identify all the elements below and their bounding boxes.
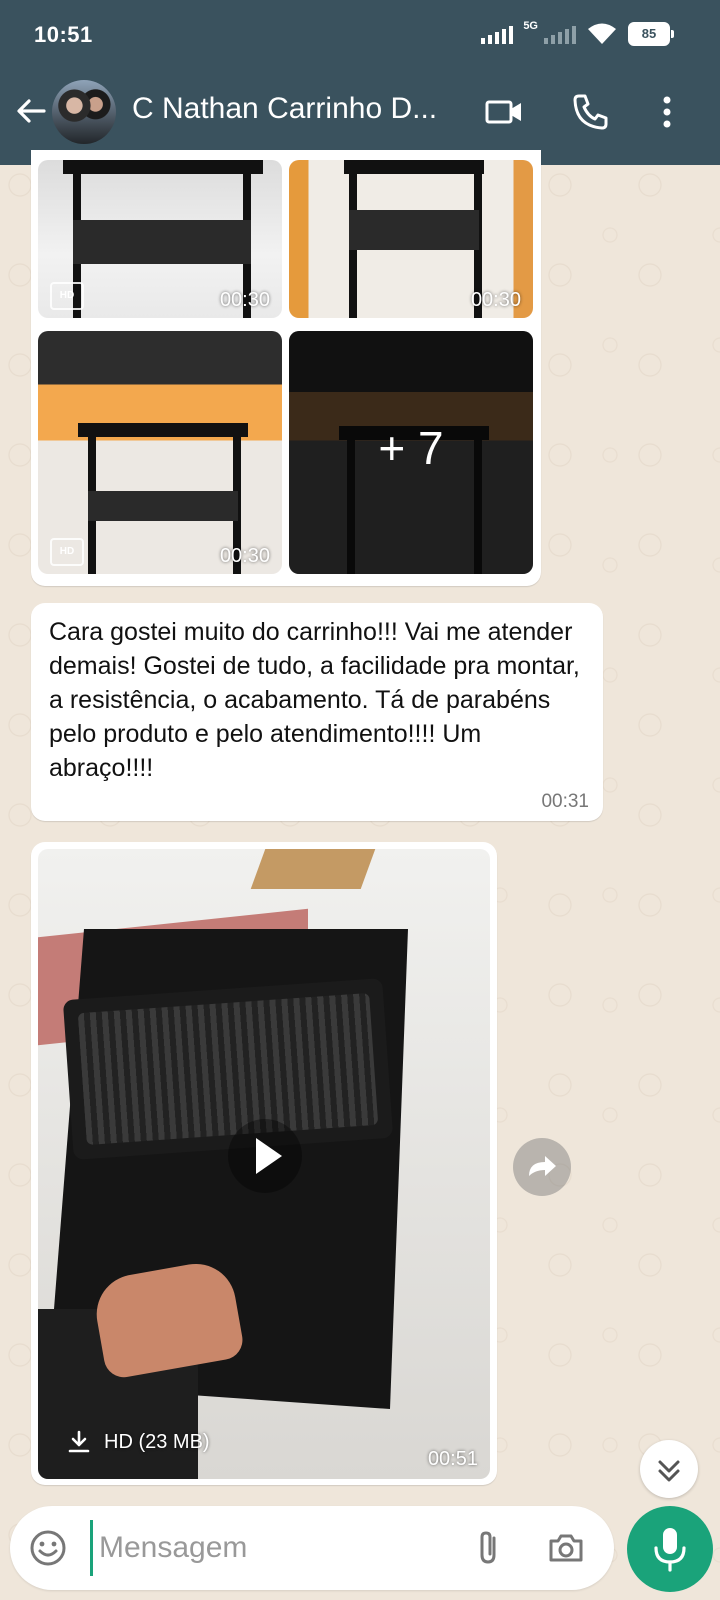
more-options-icon[interactable] xyxy=(647,92,687,132)
message-time: 00:31 xyxy=(541,791,589,812)
forward-button[interactable] xyxy=(513,1138,571,1196)
video-duration: 00:30 xyxy=(219,545,270,567)
video-duration: 00:51 xyxy=(427,1448,478,1470)
video-thumbnail-large[interactable]: HD (23 MB) 00:51 xyxy=(38,849,490,1479)
hd-badge: HD xyxy=(50,538,84,566)
hd-badge: HD xyxy=(50,282,84,310)
contact-avatar[interactable] xyxy=(52,80,116,144)
camera-icon[interactable] xyxy=(546,1528,586,1568)
microphone-icon xyxy=(654,1528,686,1572)
network-type: 5G xyxy=(523,20,538,32)
voice-call-icon[interactable] xyxy=(570,92,610,132)
attach-icon[interactable] xyxy=(468,1528,508,1568)
cardboard-shape xyxy=(250,849,376,889)
forward-icon xyxy=(529,1156,556,1176)
battery-indicator: 85 xyxy=(628,22,674,46)
tool-case-shape xyxy=(62,978,394,1160)
cart-shape xyxy=(349,210,479,250)
signal-icon-secondary xyxy=(544,24,576,44)
video-thumbnail[interactable]: 00:30 xyxy=(289,160,533,318)
incoming-video-message[interactable]: HD (23 MB) 00:51 xyxy=(31,842,497,1485)
cart-shape xyxy=(88,491,238,521)
double-chevron-down-icon xyxy=(658,1460,680,1482)
video-call-icon[interactable] xyxy=(484,92,524,132)
wifi-icon xyxy=(588,23,616,44)
status-time: 10:51 xyxy=(34,22,93,47)
status-icons: 5G 85 xyxy=(481,20,674,46)
voice-message-button[interactable] xyxy=(627,1506,713,1592)
cart-shape xyxy=(344,160,484,174)
video-thumbnail[interactable]: HD 00:30 xyxy=(38,331,282,574)
cart-shape xyxy=(73,220,251,264)
download-size-label: HD (23 MB) xyxy=(104,1430,210,1453)
video-thumbnail[interactable]: HD 00:30 xyxy=(38,160,282,318)
more-media-thumbnail[interactable]: + 7 xyxy=(289,331,533,574)
cart-shape xyxy=(63,160,263,174)
incoming-text-message[interactable]: Cara gostei muito do carrinho!!! Vai me … xyxy=(31,603,603,821)
emoji-icon[interactable] xyxy=(28,1528,68,1568)
contact-name[interactable]: C Nathan Carrinho D... xyxy=(132,92,462,126)
back-arrow-icon[interactable] xyxy=(14,94,48,128)
media-album-bubble[interactable]: HD 00:30 00:30 HD 00:30 + 7 xyxy=(31,150,541,586)
cart-shape xyxy=(78,423,248,437)
signal-icon xyxy=(481,24,514,44)
scroll-to-bottom-button[interactable] xyxy=(640,1440,698,1498)
chat-header: 10:51 5G 85 C Nathan Carrinho D... xyxy=(0,0,720,165)
video-duration: 00:30 xyxy=(219,289,270,311)
more-media-count: + 7 xyxy=(378,422,444,474)
video-duration: 00:30 xyxy=(470,289,521,311)
message-text: Cara gostei muito do carrinho!!! Vai me … xyxy=(49,618,580,782)
download-icon xyxy=(68,1430,90,1453)
message-composer xyxy=(10,1506,614,1590)
message-input[interactable] xyxy=(90,1520,469,1576)
download-button[interactable]: HD (23 MB) xyxy=(66,1429,210,1455)
play-icon[interactable] xyxy=(228,1119,302,1193)
